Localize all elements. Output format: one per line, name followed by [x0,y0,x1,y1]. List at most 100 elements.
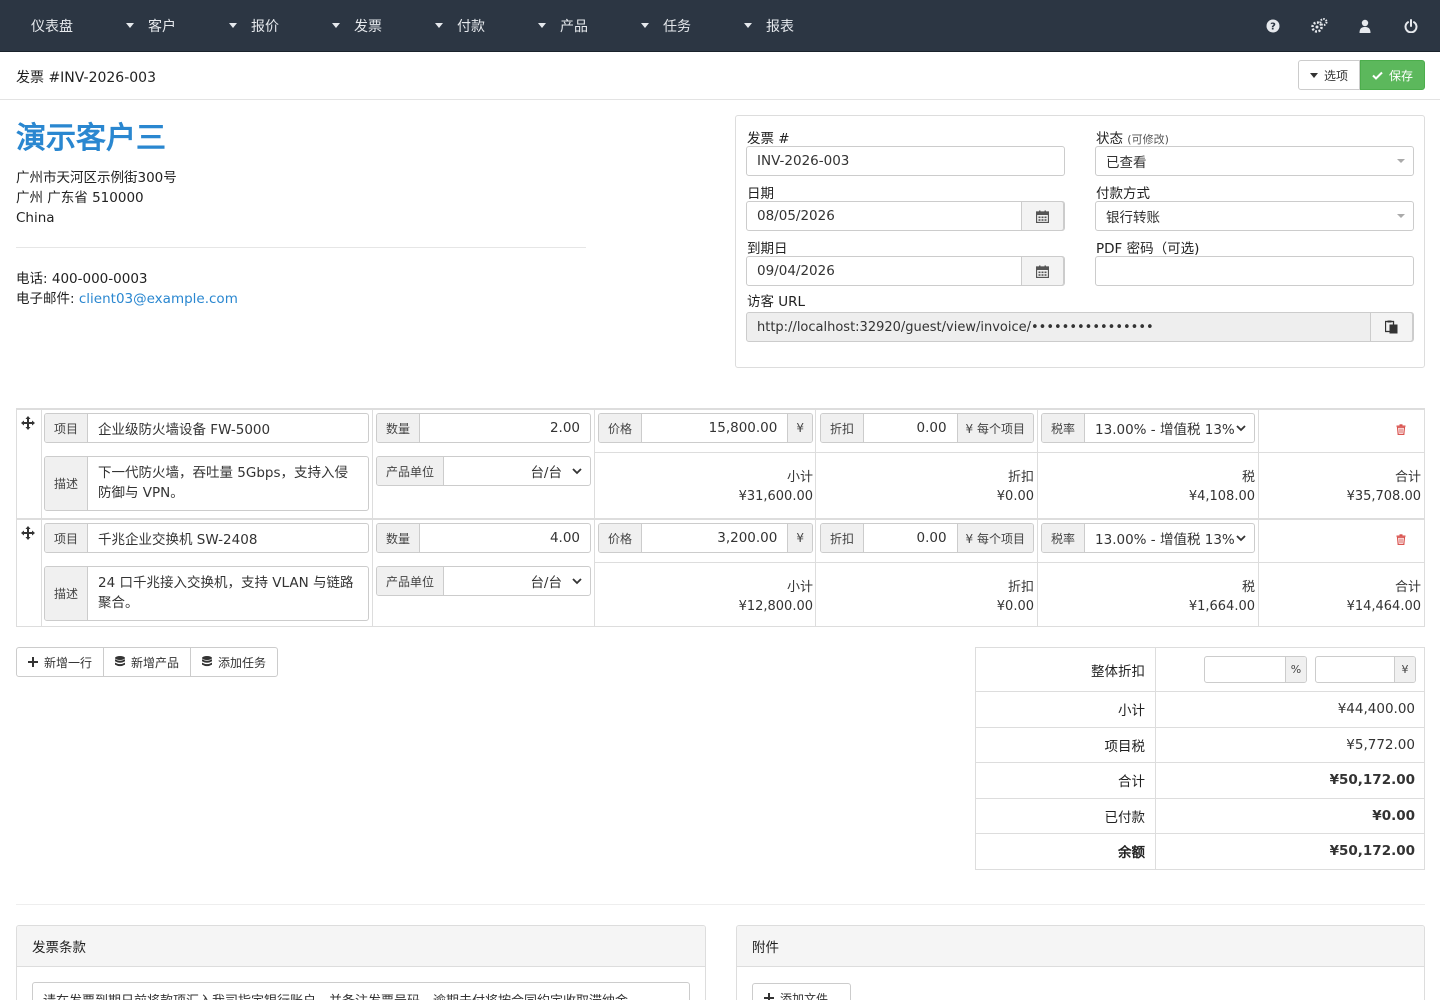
add-file-button[interactable]: 添加文件... [752,983,852,1000]
save-button[interactable]: 保存 [1359,60,1425,90]
item-name-field[interactable]: 项目 企业级防火墙设备 FW-5000 [44,413,369,443]
nav-products[interactable]: 产品 [500,0,603,51]
calendar-button[interactable] [1021,256,1064,286]
quantity-field[interactable]: 数量 4.00 [376,523,591,553]
nav-invoices[interactable]: 发票 [294,0,397,51]
nav-clients[interactable]: 客户 [88,0,191,51]
chevron-down-icon [572,468,582,475]
add-task-button[interactable]: 添加任务 [190,647,279,677]
nav-label: 产品 [560,18,588,35]
item-name-value[interactable]: 千兆企业交换机 SW-2408 [88,524,368,552]
item-row: 项目 千兆企业交换机 SW-2408 数量 4.00 价格 3,200.00 ¥… [17,518,1424,627]
total-label: 合计 [976,763,1156,798]
price-field[interactable]: 价格 15,800.00 ¥ [598,413,813,443]
client-contact: 电话: 400-000-0003 电子邮件: client03@example.… [16,269,238,309]
due-date-input[interactable]: 09/04/2026 [746,256,1065,286]
unit-select[interactable]: 产品单位 台/台 [376,566,591,596]
chevron-down-icon [1236,535,1246,542]
client-name-link[interactable]: 演示客户三 [16,113,166,157]
price-value[interactable]: 3,200.00 [642,524,787,552]
discount-field[interactable]: 折扣 0.00 ¥ 每个项目 [820,413,1034,443]
nav-tasks[interactable]: 任务 [603,0,706,51]
invoice-number-input[interactable]: INV-2026-003 [746,146,1065,176]
options-button[interactable]: 选项 [1297,60,1360,90]
discount-amount-input[interactable]: ¥ [1315,656,1416,683]
item-label: 项目 [45,524,89,552]
divider [16,904,1425,905]
delete-row-button[interactable] [1396,424,1406,439]
power-icon[interactable] [1388,0,1434,51]
item-name-value[interactable]: 企业级防火墙设备 FW-5000 [88,414,368,442]
terms-textarea[interactable]: 请在发票到期日前将款项汇入我司指定银行账户，并备注发票号码。逾期未付将按合同约定… [32,982,690,1000]
top-navbar: 仪表盘 客户 报价 发票 付款 产品 任务 报表 ? [0,0,1440,52]
date-label: 日期 [747,186,774,202]
unit-value[interactable]: 台/台 [444,457,590,485]
phone-label: 电话: [16,271,48,287]
price-value[interactable]: 15,800.00 [642,414,787,442]
unit-value[interactable]: 台/台 [444,567,590,595]
nav-dashboard[interactable]: 仪表盘 [16,0,88,51]
status-select[interactable]: 已查看 [1095,146,1414,176]
tax-label: 税 [1241,580,1255,595]
quantity-field[interactable]: 数量 2.00 [376,413,591,443]
discount-percent-input[interactable]: % [1204,656,1307,683]
subtotal-cell: 小计 ¥31,600.00 [594,468,813,506]
drag-handle-icon[interactable] [21,416,35,434]
save-label: 保存 [1388,68,1413,83]
cell-divider [41,520,42,627]
discount-field[interactable]: 折扣 0.00 ¥ 每个项目 [820,523,1034,553]
question-icon[interactable]: ? [1250,0,1296,51]
tax-rate-select[interactable]: 税率 13.00% - 增值税 13% [1041,523,1255,553]
delete-row-button[interactable] [1396,534,1406,549]
date-input[interactable]: 08/05/2026 [746,201,1065,231]
email-link[interactable]: client03@example.com [79,291,238,307]
database-icon [202,656,213,667]
quantity-value[interactable]: 2.00 [420,414,590,442]
caret-down-icon [332,23,340,28]
description-value[interactable]: 24 口千兆接入交换机，支持 VLAN 与链路聚合。 [88,567,368,620]
tax-rate-select[interactable]: 税率 13.00% - 增值税 13% [1041,413,1255,443]
cogs-icon[interactable] [1296,0,1342,51]
tax-rate-value[interactable]: 13.00% - 增值税 13% [1085,414,1254,442]
quantity-value[interactable]: 4.00 [420,524,590,552]
pdf-password-input[interactable] [1095,256,1414,286]
item-description-field[interactable]: 描述 下一代防火墙，吞吐量 5Gbps，支持入侵防御与 VPN。 [44,456,369,511]
nav-quotes[interactable]: 报价 [191,0,294,51]
item-name-field[interactable]: 项目 千兆企业交换机 SW-2408 [44,523,369,553]
subtotal-row: 小计 ¥44,400.00 [976,691,1424,727]
discount-total-label: 折扣 [1007,580,1034,595]
plus-icon [28,657,38,667]
add-task-label: 添加任务 [218,655,267,670]
caret-down-icon [538,23,546,28]
guest-url-input[interactable]: http://localhost:32920/guest/view/invoic… [746,312,1414,342]
nav-payments[interactable]: 付款 [397,0,500,51]
phone-value: 400-000-0003 [51,271,148,287]
total-value: ¥35,708.00 [1346,489,1421,504]
unit-select[interactable]: 产品单位 台/台 [376,456,591,486]
payment-method-select[interactable]: 银行转账 [1095,201,1414,231]
invoice-totals-table: 整体折扣 % ¥ 小计 ¥44,400.00 项目税 ¥5,772.00 合计 … [975,647,1425,870]
due-date-label: 到期日 [747,241,788,257]
discount-value[interactable]: 0.00 [864,524,957,552]
subtotal-value: ¥31,600.00 [738,489,813,504]
caret-down-icon [1309,72,1318,78]
price-field[interactable]: 价格 3,200.00 ¥ [598,523,813,553]
discount-value[interactable]: 0.00 [864,414,957,442]
description-value[interactable]: 下一代防火墙，吞吐量 5Gbps，支持入侵防御与 VPN。 [88,457,368,510]
add-row-button[interactable]: 新增一行 [16,647,105,677]
copy-url-button[interactable] [1370,312,1413,342]
chevron-down-icon [572,578,582,585]
drag-handle-icon[interactable] [21,526,35,544]
item-description-field[interactable]: 描述 24 口千兆接入交换机，支持 VLAN 与链路聚合。 [44,566,369,621]
nav-label: 付款 [457,18,485,35]
cell-divider [372,520,373,627]
calendar-button[interactable] [1021,201,1064,231]
nav-label: 报价 [251,18,279,35]
terms-title: 发票条款 [17,926,705,967]
tax-rate-value[interactable]: 13.00% - 增值税 13% [1085,524,1254,552]
add-product-button[interactable]: 新增产品 [103,647,192,677]
user-icon[interactable] [1342,0,1388,51]
nav-reports[interactable]: 报表 [706,0,809,51]
date-value: 08/05/2026 [757,208,835,224]
cell-divider [41,410,42,518]
